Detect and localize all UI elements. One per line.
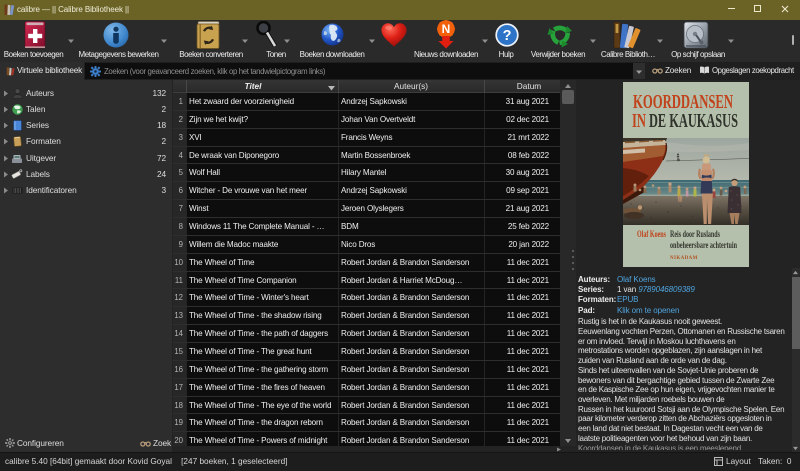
- svg-text:NIKADAM: NIKADAM: [670, 256, 698, 261]
- svg-text:onbeheersbare achtertuin: onbeheersbare achtertuin: [670, 240, 737, 250]
- svg-text:Reis door Ruslands: Reis door Ruslands: [670, 229, 720, 239]
- svg-text:?: ?: [503, 28, 512, 44]
- svg-text:IN: IN: [632, 110, 646, 132]
- svg-text:DE KAUKASUS: DE KAUKASUS: [649, 110, 738, 132]
- svg-text:Olaf Koens: Olaf Koens: [637, 229, 666, 239]
- svg-text:N: N: [442, 22, 451, 36]
